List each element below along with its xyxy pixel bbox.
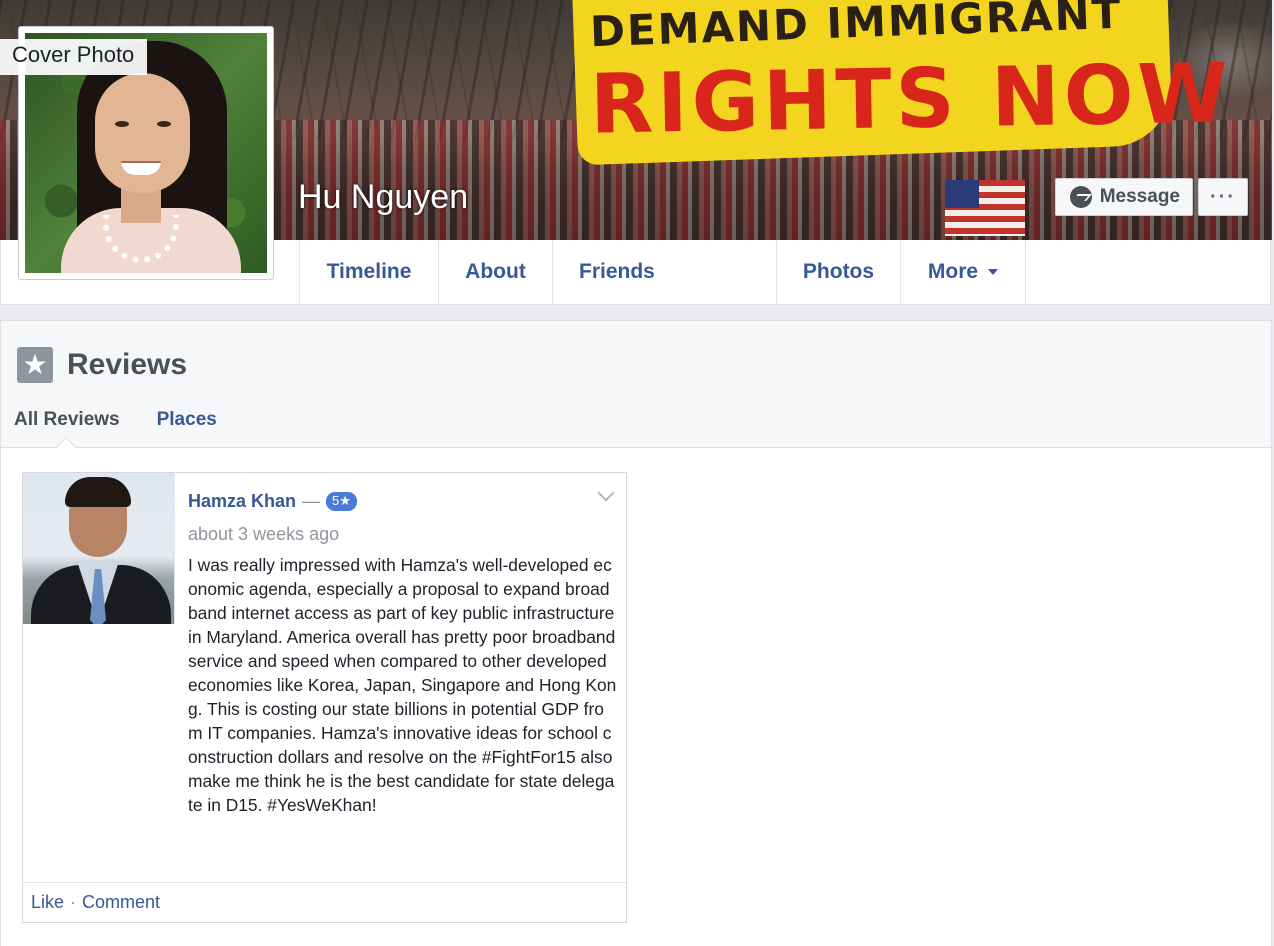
review-body: Hamza Khan — 5★ about 3 weeks ago I was …: [188, 491, 618, 817]
reviews-title[interactable]: Reviews: [67, 348, 187, 382]
tab-more[interactable]: More: [900, 240, 1026, 304]
avatar-eye-left: [115, 121, 129, 127]
review-author-link[interactable]: Hamza Khan: [188, 491, 296, 512]
tab-places[interactable]: Places: [157, 409, 217, 431]
tab-friends[interactable]: Friends: [552, 240, 776, 304]
tab-timeline[interactable]: Timeline: [299, 240, 438, 304]
cover-photo-label[interactable]: Cover Photo: [0, 39, 148, 75]
avatar-face: [95, 73, 190, 193]
cover-banner-text-main: RIGHTS NOW: [589, 46, 1233, 153]
reviews-header: ★ Reviews: [17, 347, 187, 383]
reviews-filter-tabs: All Reviews Places: [14, 409, 217, 431]
review-author-line: Hamza Khan — 5★: [188, 491, 618, 512]
star-icon: ★: [17, 347, 53, 383]
review-text: I was really impressed with Hamza's well…: [188, 555, 617, 815]
tab-all-reviews[interactable]: All Reviews: [14, 409, 120, 431]
tab-about[interactable]: About: [438, 240, 552, 304]
action-separator: ·: [70, 892, 77, 912]
reviews-section: ★ Reviews All Reviews Places Hamza Khan …: [0, 320, 1272, 946]
cover-actions: Message ···: [1054, 178, 1248, 216]
author-separator: —: [302, 491, 321, 511]
caret-down-icon: [988, 269, 999, 275]
message-button-label: Message: [1099, 186, 1180, 207]
profile-name[interactable]: Hu Nguyen: [298, 178, 468, 217]
photo-hair: [65, 477, 131, 507]
rating-badge: 5★: [326, 492, 357, 511]
reviewed-person-photo[interactable]: [23, 473, 175, 624]
review-timestamp[interactable]: about 3 weeks ago: [188, 524, 618, 545]
like-link[interactable]: Like: [31, 892, 64, 913]
message-button[interactable]: Message: [1054, 178, 1193, 216]
review-card: Hamza Khan — 5★ about 3 weeks ago I was …: [22, 472, 627, 923]
review-actions: Like · Comment: [23, 882, 626, 922]
profile-nav-tabs: Timeline About Friends Photos More: [299, 240, 1026, 304]
messenger-icon: [1069, 186, 1092, 208]
comment-link[interactable]: Comment: [82, 892, 160, 913]
more-options-button[interactable]: ···: [1198, 178, 1248, 216]
cover-flag: [945, 180, 1025, 236]
avatar-eye-right: [157, 121, 171, 127]
tab-photos[interactable]: Photos: [776, 240, 900, 304]
tab-more-label: More: [927, 260, 979, 283]
